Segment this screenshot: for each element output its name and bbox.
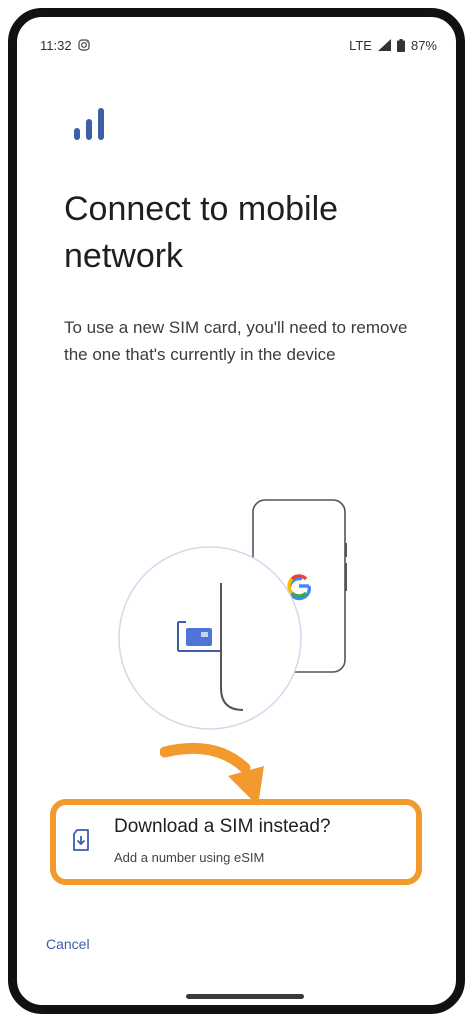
status-left: 11:32 (40, 38, 90, 53)
instagram-icon (77, 39, 90, 51)
battery-icon (396, 38, 405, 52)
orange-arrow-icon (160, 742, 264, 806)
signal-bars-icon (74, 108, 104, 140)
page-description: To use a new SIM card, you'll need to re… (64, 318, 408, 364)
sim-removal-illustration (118, 499, 347, 730)
sim-download-icon (73, 829, 89, 851)
status-right: LTE 87% (349, 38, 437, 53)
cancel-button[interactable]: Cancel (46, 936, 90, 952)
page-title: Connect to mobile network (64, 190, 339, 275)
download-sim-title: Download a SIM instead? (114, 816, 331, 837)
download-sim-option[interactable]: Download a SIM instead? Add a number usi… (64, 812, 404, 872)
status-time: 11:32 (40, 37, 72, 53)
home-indicator[interactable] (186, 994, 304, 999)
network-type: LTE (349, 37, 372, 53)
status-bar: 11:32 LTE 87% (40, 36, 437, 54)
signal-icon (377, 39, 391, 51)
download-sim-subtitle: Add a number using eSIM (114, 850, 265, 865)
battery-percent: 87% (410, 37, 437, 53)
